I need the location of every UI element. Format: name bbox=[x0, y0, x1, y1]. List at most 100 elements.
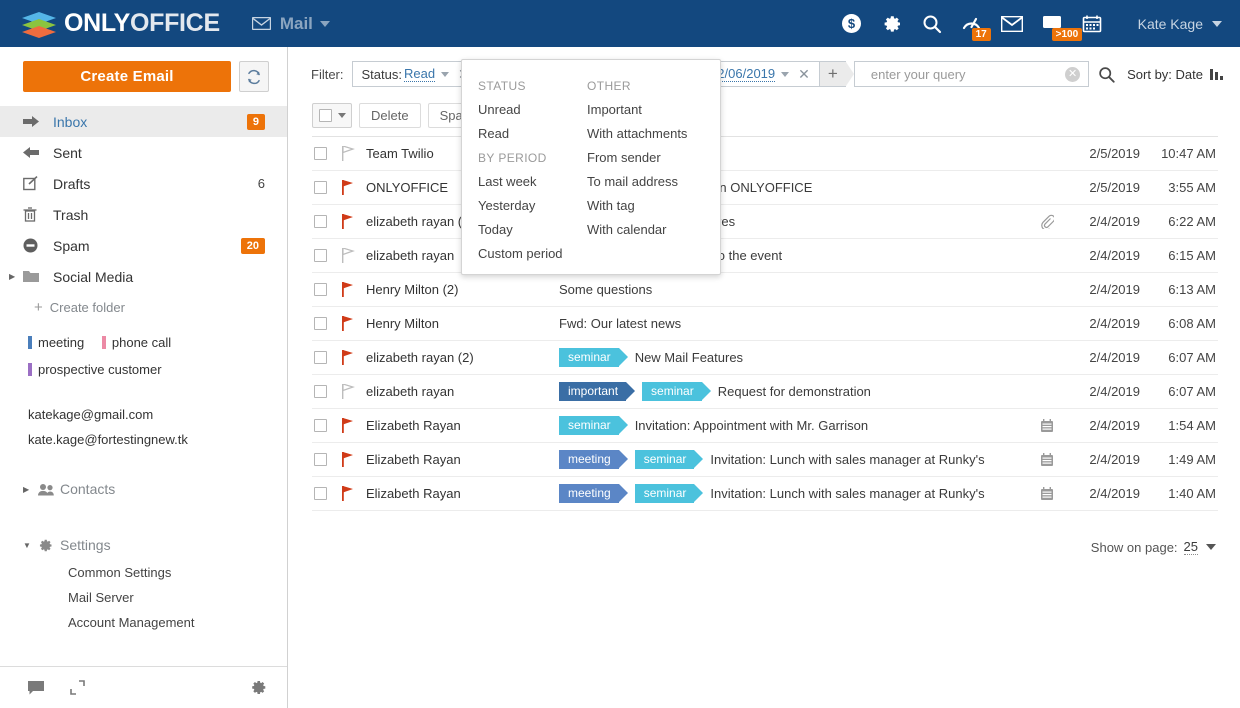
sort-by-control[interactable]: Sort by: Date bbox=[1127, 67, 1224, 82]
mail-row[interactable]: Henry Milton (2) Some questions 2/4/2019 6:… bbox=[312, 273, 1218, 307]
tag-prospective-customer[interactable]: prospective customer bbox=[28, 357, 162, 382]
chevron-down-icon[interactable] bbox=[1212, 20, 1222, 27]
row-checkbox[interactable] bbox=[312, 249, 342, 262]
checkbox-icon[interactable] bbox=[314, 283, 327, 296]
mail-row[interactable]: elizabeth rayan important seminar Request f… bbox=[312, 375, 1218, 409]
settings-item-common[interactable]: Common Settings bbox=[0, 560, 287, 585]
checkbox-icon[interactable] bbox=[314, 215, 327, 228]
gear-icon[interactable] bbox=[250, 679, 267, 696]
filter-menu-item[interactable]: With calendar bbox=[587, 218, 688, 242]
chat-icon[interactable]: >100 bbox=[1032, 0, 1083, 47]
delete-button[interactable]: Delete bbox=[359, 102, 421, 128]
filter-menu-item[interactable]: Unread bbox=[478, 98, 575, 122]
mail-tag[interactable]: important bbox=[559, 382, 636, 401]
row-checkbox[interactable] bbox=[312, 317, 342, 330]
sidebar-item-drafts[interactable]: Drafts 6 bbox=[0, 168, 287, 199]
mail-row[interactable]: elizabeth rayan (2) seminar New Mail Featu… bbox=[312, 341, 1218, 375]
flag-icon-on[interactable] bbox=[342, 452, 366, 467]
settings-item-account-management[interactable]: Account Management bbox=[0, 610, 287, 635]
search-submit-icon[interactable] bbox=[1089, 66, 1123, 83]
filter-menu-item[interactable]: Important bbox=[587, 98, 688, 122]
flag-icon-off[interactable] bbox=[342, 248, 366, 263]
user-menu-label[interactable]: Kate Kage bbox=[1138, 16, 1203, 32]
chat-bubble-icon[interactable] bbox=[28, 680, 44, 695]
checkbox-icon[interactable] bbox=[314, 317, 327, 330]
mail-icon[interactable] bbox=[992, 0, 1032, 47]
flag-icon-on[interactable] bbox=[342, 316, 366, 331]
add-filter-button[interactable]: + bbox=[819, 62, 854, 86]
tag-meeting[interactable]: meeting bbox=[28, 330, 84, 355]
chevron-down-icon[interactable] bbox=[338, 112, 346, 118]
flag-icon-on[interactable] bbox=[342, 350, 366, 365]
filter-menu-item[interactable]: To mail address bbox=[587, 170, 688, 194]
checkbox-icon[interactable] bbox=[314, 385, 327, 398]
create-email-button[interactable]: Create Email bbox=[23, 61, 231, 92]
module-switcher[interactable]: Mail bbox=[251, 14, 330, 34]
sidebar-item-contacts[interactable]: ▶ Contacts bbox=[0, 474, 287, 504]
account-item[interactable]: kate.kage@fortestingnew.tk bbox=[28, 427, 287, 452]
filter-menu-item[interactable]: Today bbox=[478, 218, 575, 242]
flag-icon-on[interactable] bbox=[342, 486, 366, 501]
mail-row[interactable]: Elizabeth Rayan meeting seminar Invitation:… bbox=[312, 443, 1218, 477]
page-size-value[interactable]: 25 bbox=[1183, 539, 1198, 555]
gear-icon[interactable] bbox=[872, 0, 912, 47]
status-chip-value[interactable]: Read bbox=[403, 66, 436, 82]
row-checkbox[interactable] bbox=[312, 385, 342, 398]
filter-menu-item[interactable]: Read bbox=[478, 122, 575, 146]
feed-icon[interactable]: 17 bbox=[952, 0, 992, 47]
refresh-button[interactable] bbox=[239, 61, 269, 92]
mail-row[interactable]: elizabeth rayan (3)seminarRe: New featur… bbox=[312, 205, 1218, 239]
mail-tag[interactable]: seminar bbox=[642, 382, 711, 401]
row-checkbox[interactable] bbox=[312, 181, 342, 194]
mail-tag[interactable]: seminar bbox=[634, 450, 704, 469]
row-checkbox[interactable] bbox=[312, 351, 342, 364]
chevron-down-icon[interactable] bbox=[781, 71, 790, 77]
mail-tag[interactable]: meeting bbox=[559, 484, 628, 503]
checkbox-icon[interactable] bbox=[314, 249, 327, 262]
row-checkbox[interactable] bbox=[312, 419, 342, 432]
calendar-event-icon[interactable] bbox=[1026, 452, 1068, 467]
row-checkbox[interactable] bbox=[312, 283, 342, 296]
dollar-circle-icon[interactable]: $ bbox=[832, 0, 872, 47]
filter-menu-item[interactable]: With attachments bbox=[587, 122, 688, 146]
account-item[interactable]: katekage@gmail.com bbox=[28, 402, 287, 427]
filter-menu-item[interactable]: Yesterday bbox=[478, 194, 575, 218]
sort-descending-icon[interactable] bbox=[1210, 68, 1224, 80]
settings-item-mail-server[interactable]: Mail Server bbox=[0, 585, 287, 610]
search-input[interactable] bbox=[854, 63, 1066, 85]
tag-phone-call[interactable]: phone call bbox=[101, 330, 171, 355]
search-box[interactable]: ✕ bbox=[853, 61, 1090, 87]
flag-icon-on[interactable] bbox=[342, 180, 366, 195]
filter-menu-item[interactable]: With tag bbox=[587, 194, 688, 218]
row-checkbox[interactable] bbox=[312, 147, 342, 160]
mail-row[interactable]: Elizabeth Rayan seminar Invitation: Appoin… bbox=[312, 409, 1218, 443]
checkbox-icon[interactable] bbox=[314, 453, 327, 466]
flag-icon-on[interactable] bbox=[342, 282, 366, 297]
checkbox-icon[interactable] bbox=[314, 419, 327, 432]
row-checkbox[interactable] bbox=[312, 215, 342, 228]
brand-logo[interactable]: ONLYOFFICE bbox=[22, 9, 220, 38]
search-icon[interactable] bbox=[912, 0, 952, 47]
chevron-down-icon[interactable] bbox=[441, 71, 450, 77]
mail-tag[interactable]: seminar bbox=[559, 416, 628, 435]
expand-icon[interactable] bbox=[70, 680, 85, 695]
sidebar-item-spam[interactable]: Spam 20 bbox=[0, 230, 287, 261]
filter-menu-item[interactable]: Last week bbox=[478, 170, 575, 194]
flag-icon-on[interactable] bbox=[342, 214, 366, 229]
mail-tag[interactable]: seminar bbox=[634, 484, 704, 503]
sidebar-item-trash[interactable]: Trash bbox=[0, 199, 287, 230]
chevron-right-icon[interactable]: ▶ bbox=[9, 272, 21, 281]
chevron-down-icon[interactable]: ▼ bbox=[23, 541, 35, 550]
sidebar-item-sent[interactable]: Sent bbox=[0, 137, 287, 168]
row-checkbox[interactable] bbox=[312, 453, 342, 466]
clear-search-icon[interactable]: ✕ bbox=[1065, 66, 1081, 82]
filter-menu-item[interactable]: Custom period bbox=[478, 242, 575, 266]
mail-row[interactable]: Team TwilioHow is Twilio doing?2/5/20191… bbox=[312, 137, 1218, 171]
calendar-event-icon[interactable] bbox=[1026, 418, 1068, 433]
chevron-down-icon[interactable] bbox=[1206, 544, 1216, 550]
flag-icon-off[interactable] bbox=[342, 146, 366, 161]
mail-tag[interactable]: meeting bbox=[559, 450, 628, 469]
sidebar-item-social-media[interactable]: ▶ Social Media bbox=[0, 261, 287, 292]
chevron-right-icon[interactable]: ▶ bbox=[23, 485, 35, 494]
flag-icon-on[interactable] bbox=[342, 418, 366, 433]
